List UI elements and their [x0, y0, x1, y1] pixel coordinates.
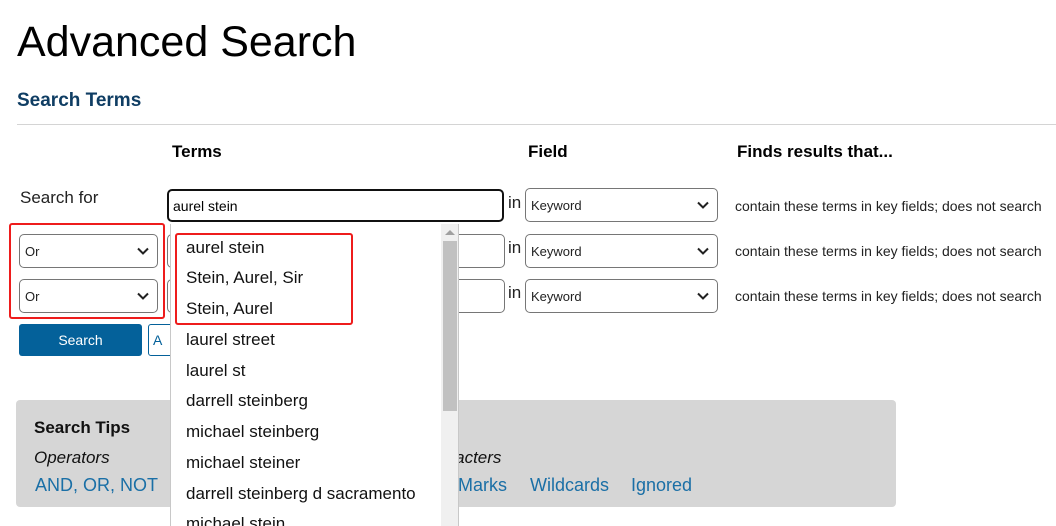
in-label-1: in — [508, 193, 522, 212]
finds-description-3: contain these terms in key fields; does … — [735, 288, 1042, 304]
autocomplete-item[interactable]: michael steinberg — [186, 422, 319, 442]
column-header-finds: Finds results that... — [737, 142, 893, 161]
chevron-down-icon — [136, 289, 150, 303]
finds-description-2: contain these terms in key fields; does … — [735, 243, 1042, 259]
autocomplete-item[interactable]: Stein, Aurel — [186, 299, 273, 319]
autocomplete-item[interactable]: aurel stein — [186, 238, 264, 258]
field-select-2-value: Keyword — [531, 243, 582, 259]
autocomplete-item[interactable]: darrell steinberg d sacramento — [186, 484, 416, 504]
tip-link-marks[interactable]: Marks — [458, 475, 507, 495]
finds-description-1: contain these terms in key fields; does … — [735, 198, 1042, 214]
autocomplete-item[interactable]: michael steiner — [186, 453, 300, 473]
operator-select-2-value: Or — [25, 243, 40, 259]
search-for-label: Search for — [20, 188, 99, 207]
scrollbar-thumb[interactable] — [443, 241, 457, 411]
field-select-3[interactable]: Keyword — [525, 279, 718, 313]
search-button[interactable]: Search — [19, 324, 142, 356]
chevron-down-icon — [696, 244, 710, 258]
tip-link-operators[interactable]: AND, OR, NOT — [35, 475, 158, 495]
chevron-down-icon — [136, 244, 150, 258]
field-select-1-value: Keyword — [531, 197, 582, 213]
operator-select-2[interactable]: Or — [19, 234, 158, 268]
autocomplete-scrollbar[interactable] — [441, 224, 458, 526]
operator-select-3[interactable]: Or — [19, 279, 158, 313]
term-input-1[interactable] — [167, 189, 504, 222]
autocomplete-item[interactable]: laurel st — [186, 361, 246, 381]
autocomplete-dropdown[interactable]: aurel stein Stein, Aurel, Sir Stein, Aur… — [170, 224, 459, 526]
tip-link-wildcards[interactable]: Wildcards — [530, 475, 609, 495]
search-tips-title: Search Tips — [34, 418, 131, 437]
scroll-up-arrow-icon[interactable] — [445, 230, 455, 235]
autocomplete-item[interactable]: Stein, Aurel, Sir — [186, 268, 303, 288]
autocomplete-item[interactable]: michael stein — [186, 514, 285, 526]
in-label-2: in — [508, 238, 522, 257]
operator-select-3-value: Or — [25, 288, 40, 304]
autocomplete-item[interactable]: darrell steinberg — [186, 391, 308, 411]
section-divider — [17, 124, 1056, 125]
chevron-down-icon — [696, 198, 710, 212]
autocomplete-item[interactable]: laurel street — [186, 330, 275, 350]
field-select-2[interactable]: Keyword — [525, 234, 718, 268]
tips-operators-heading: Operators — [34, 448, 110, 467]
chevron-down-icon — [696, 289, 710, 303]
in-label-3: in — [508, 283, 522, 302]
page-title: Advanced Search — [17, 18, 357, 66]
section-title: Search Terms — [17, 90, 142, 111]
column-header-terms: Terms — [172, 142, 222, 161]
column-header-field: Field — [528, 142, 568, 161]
tip-link-ignored[interactable]: Ignored — [631, 475, 692, 495]
field-select-1[interactable]: Keyword — [525, 188, 718, 222]
field-select-3-value: Keyword — [531, 288, 582, 304]
